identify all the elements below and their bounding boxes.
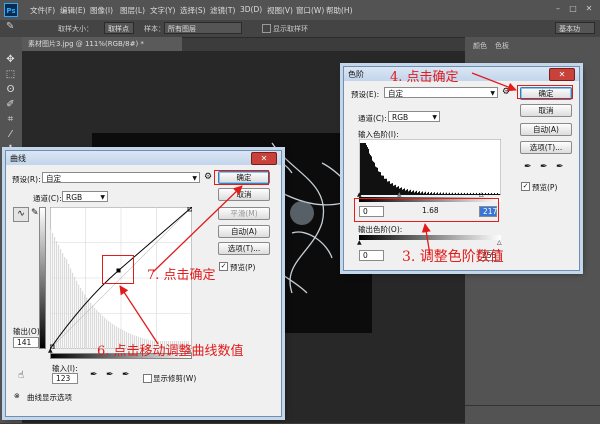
annotation-step6: 6. 点击移动调整曲线数值 [97,344,244,359]
annotation-step4: 4. 点击确定 [390,70,459,85]
annotation-arrows [119,72,517,345]
highlight-curves-ok [214,170,269,185]
highlight-input-levels [354,198,499,222]
highlight-levels-ok [517,85,573,99]
annotation-step7: 7. 点击确定 [147,268,216,283]
highlight-curve-point [102,255,134,284]
annotation-step3: 3. 调整色阶数值 [402,249,504,265]
